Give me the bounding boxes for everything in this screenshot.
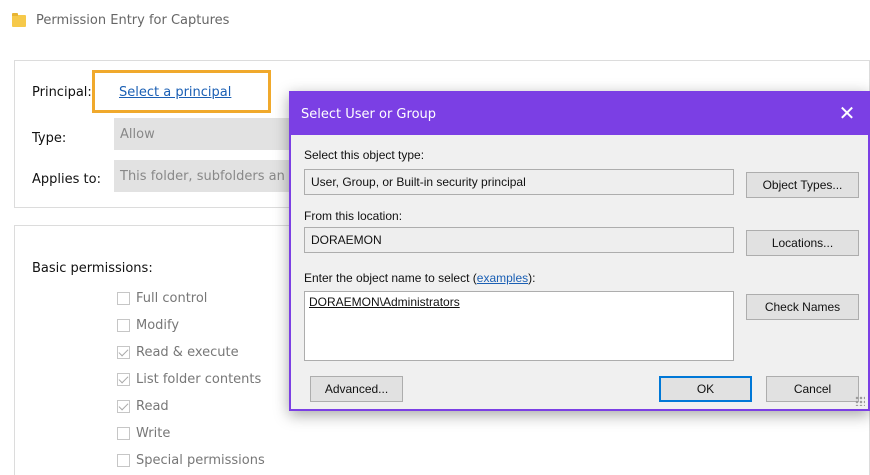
object-types-button[interactable]: Object Types... <box>746 172 859 198</box>
checkbox-checked[interactable] <box>117 372 130 386</box>
object-name-input[interactable]: DORAEMON\Administrators <box>304 291 734 361</box>
permission-label: Read & execute <box>136 344 239 360</box>
applies-to-label: Applies to: <box>32 172 101 187</box>
location-label: From this location: <box>304 209 403 223</box>
close-icon[interactable]: ✕ <box>836 102 858 124</box>
permission-read-execute[interactable]: Read & execute <box>117 343 239 361</box>
type-dropdown[interactable]: Allow <box>114 118 294 150</box>
location-field: DORAEMON <box>304 227 734 253</box>
window-titlebar: Permission Entry for Captures <box>0 0 870 40</box>
object-type-field: User, Group, or Built-in security princi… <box>304 169 734 195</box>
dialog-titlebar: Select User or Group ✕ <box>291 93 868 135</box>
ok-button[interactable]: OK <box>659 376 752 402</box>
folder-icon <box>12 13 26 27</box>
checkbox[interactable] <box>117 318 130 332</box>
check-names-button[interactable]: Check Names <box>746 294 859 320</box>
applies-to-dropdown[interactable]: This folder, subfolders an <box>114 160 294 192</box>
window-title: Permission Entry for Captures <box>36 12 230 28</box>
permission-full-control[interactable]: Full control <box>117 289 207 307</box>
permission-modify[interactable]: Modify <box>117 316 179 334</box>
basic-permissions-title: Basic permissions: <box>32 261 153 276</box>
locations-button[interactable]: Locations... <box>746 230 859 256</box>
checkbox[interactable] <box>117 426 130 440</box>
checkbox-checked[interactable] <box>117 345 130 359</box>
object-name-label-suffix: ): <box>528 271 536 285</box>
principal-label: Principal: <box>32 85 92 100</box>
select-user-or-group-dialog: Select User or Group ✕ Select this objec… <box>289 91 870 411</box>
permission-read[interactable]: Read <box>117 397 169 415</box>
permission-label: Modify <box>136 317 180 333</box>
permission-write[interactable]: Write <box>117 424 170 442</box>
permission-label: Read <box>136 398 169 414</box>
resize-grip-icon[interactable] <box>855 396 865 406</box>
object-name-value: DORAEMON\Administrators <box>309 295 460 309</box>
permission-label: List folder contents <box>136 371 262 387</box>
object-name-label: Enter the object name to select (example… <box>304 271 535 285</box>
examples-link[interactable]: examples <box>477 271 528 285</box>
permission-list-folder-contents[interactable]: List folder contents <box>117 370 261 388</box>
object-type-label: Select this object type: <box>304 148 425 162</box>
select-principal-link[interactable]: Select a principal <box>119 85 231 100</box>
object-name-label-prefix: Enter the object name to select ( <box>304 271 477 285</box>
cancel-button[interactable]: Cancel <box>766 376 859 402</box>
type-label: Type: <box>32 131 67 146</box>
permission-label: Write <box>136 425 171 441</box>
permission-label: Special permissions <box>136 452 265 468</box>
checkbox-checked[interactable] <box>117 399 130 413</box>
checkbox[interactable] <box>117 453 130 467</box>
advanced-button[interactable]: Advanced... <box>310 376 403 402</box>
permission-label: Full control <box>136 290 208 306</box>
dialog-title: Select User or Group <box>301 106 437 122</box>
permission-special[interactable]: Special permissions <box>117 451 265 469</box>
checkbox[interactable] <box>117 291 130 305</box>
